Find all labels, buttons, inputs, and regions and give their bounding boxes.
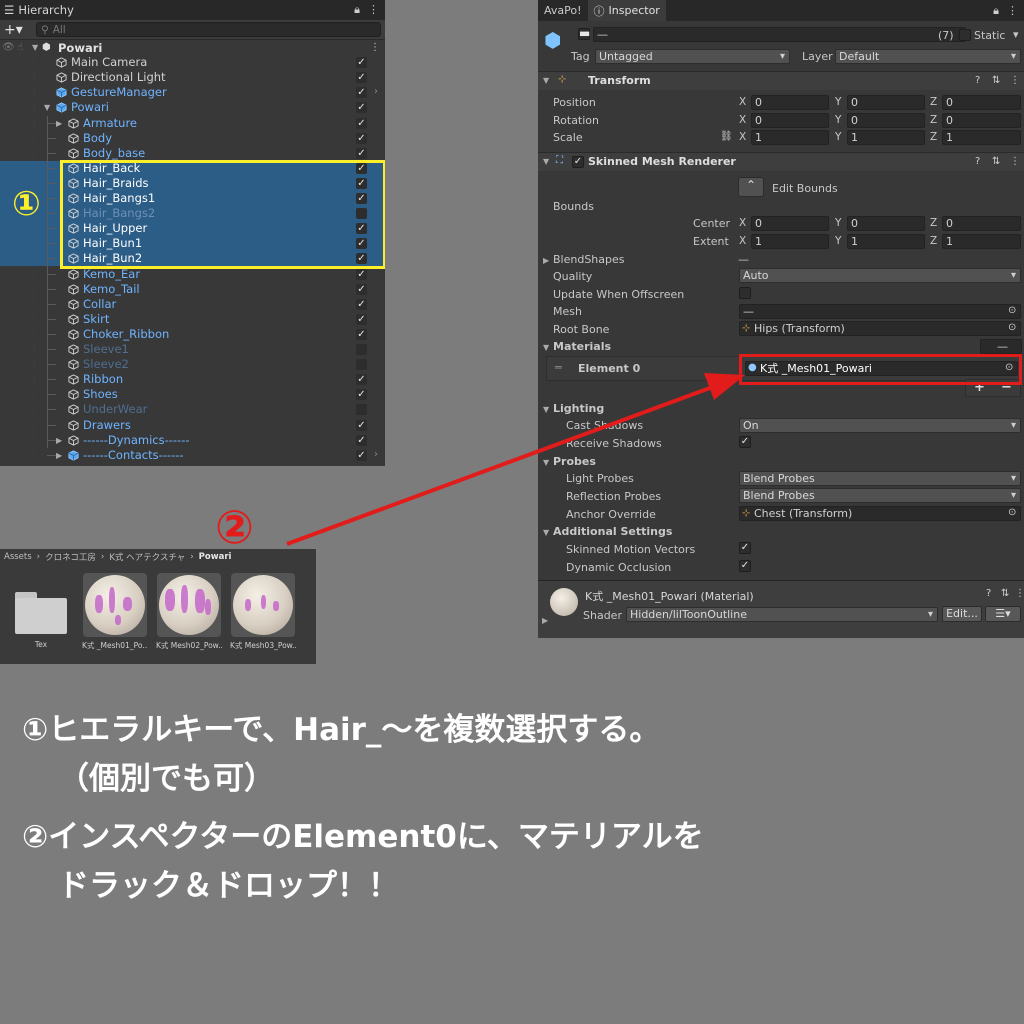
instruction-line-4: ドラック＆ドロップ！！ bbox=[58, 868, 399, 904]
instruction-line-2: （個別でも可） bbox=[58, 761, 275, 797]
callout-two: ② bbox=[215, 500, 254, 554]
instruction-line-1: ①ヒエラルキーで、Hair_～を複数選択する。 bbox=[22, 712, 661, 748]
instruction-line-3: ②インスペクターのElement0に、マテリアルを bbox=[22, 819, 704, 855]
